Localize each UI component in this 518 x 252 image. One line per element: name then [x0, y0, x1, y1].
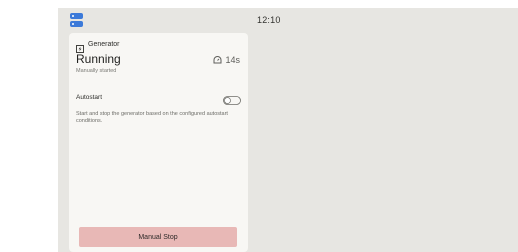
autostart-label: Autostart	[76, 94, 103, 101]
generator-state: Running	[76, 52, 121, 66]
start-reason: Manually started	[76, 68, 117, 74]
clock: 12:10	[257, 15, 281, 25]
status-bar: 12:10	[58, 8, 518, 32]
timer-icon	[213, 56, 222, 64]
generator-icon	[76, 40, 84, 53]
card-header: Generator	[76, 40, 120, 53]
autostart-toggle[interactable]	[223, 92, 241, 105]
card-title: Generator	[88, 40, 120, 48]
runtime-indicator: 14s	[213, 55, 240, 65]
generator-card: Generator Running 14s Manually started A…	[69, 33, 248, 252]
app-screen: 12:10 Generator Running 14s Manually sta…	[58, 8, 518, 252]
autostart-description: Start and stop the generator based on th…	[76, 111, 228, 124]
runtime-value: 14s	[225, 55, 240, 65]
server-menu-icon[interactable]	[70, 13, 83, 27]
manual-stop-button[interactable]: Manual Stop	[79, 227, 237, 247]
